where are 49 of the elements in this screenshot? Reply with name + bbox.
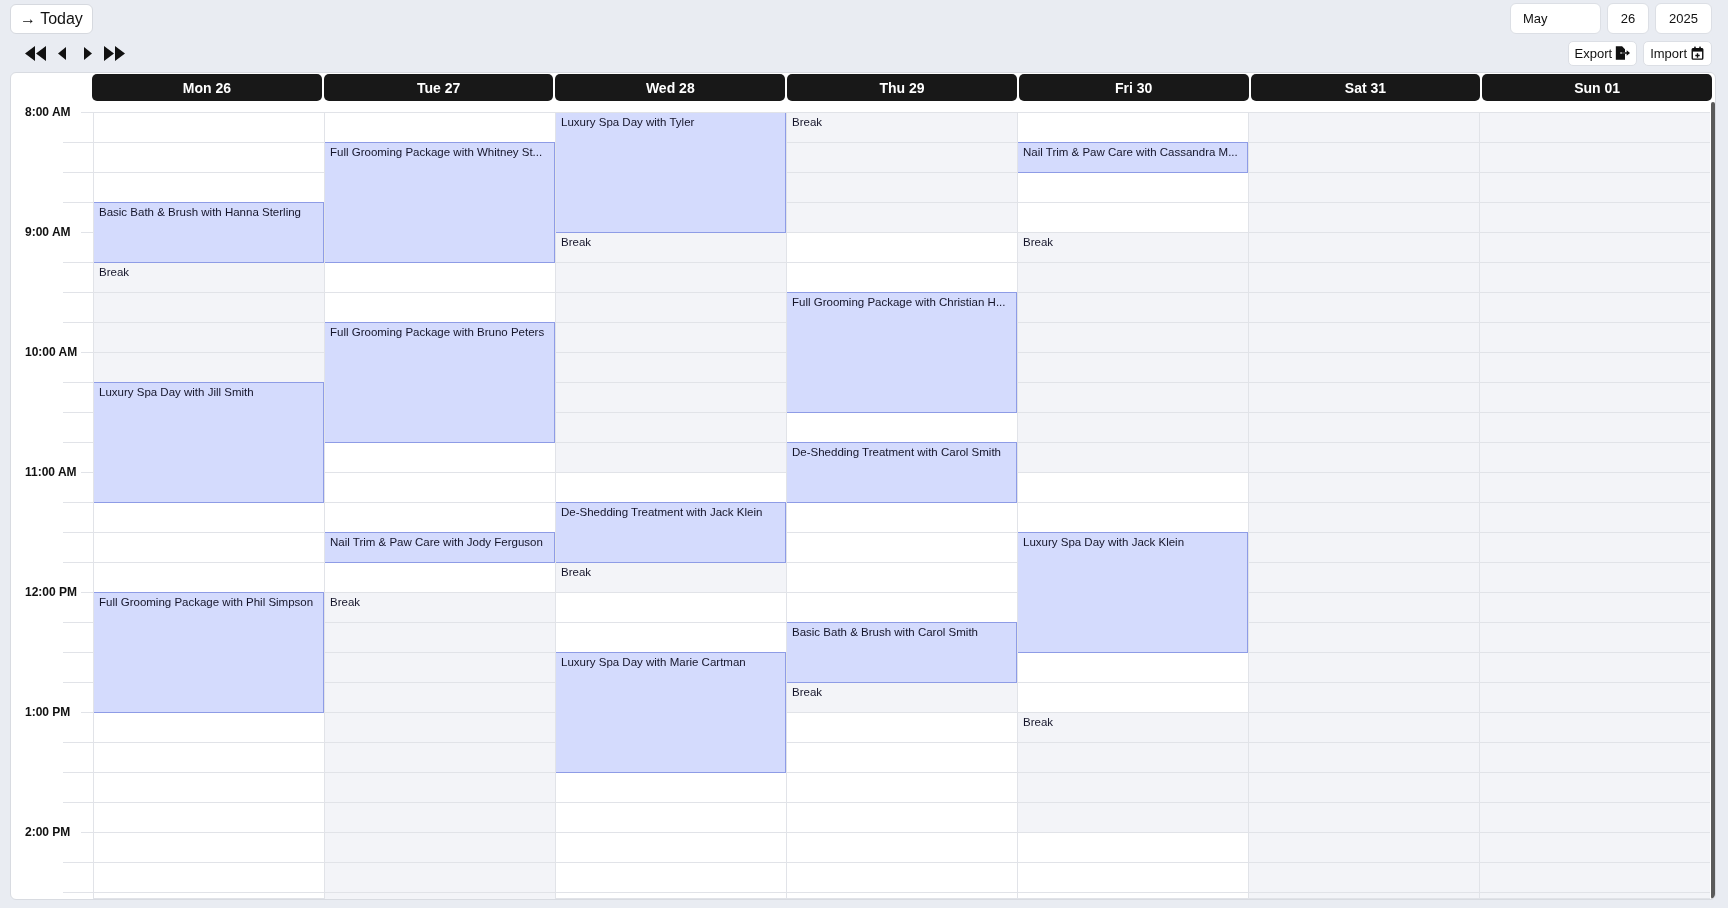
day-header: Tue 27 — [323, 74, 554, 101]
right-triangle-icon[interactable] — [84, 45, 92, 61]
appointment-block[interactable]: Full Grooming Package with Phil Simpson — [94, 592, 324, 713]
time-label: 10:00 AM — [25, 345, 78, 359]
scrollbar-thumb[interactable] — [1711, 102, 1715, 899]
appointment-block[interactable]: Luxury Spa Day with Jack Klein — [1018, 532, 1248, 653]
calendar-plus-icon — [1690, 46, 1705, 60]
day-header: Thu 29 — [787, 74, 1017, 101]
left-triangle-icon[interactable] — [58, 45, 66, 61]
file-arrow-icon — [1615, 46, 1631, 60]
time-label: 12:00 PM — [25, 585, 78, 599]
time-label: 8:00 AM — [25, 105, 71, 119]
day-header: Sat 31 — [1250, 74, 1481, 101]
break-block: Break — [1018, 233, 1248, 473]
break-block: Break — [787, 113, 1017, 233]
break-block: Break — [556, 563, 786, 593]
break-block: Break — [1018, 713, 1248, 833]
appointment-block[interactable]: Luxury Spa Day with Jill Smith — [94, 382, 324, 503]
month-field[interactable]: May — [1510, 3, 1601, 34]
appointment-block[interactable]: De-Shedding Treatment with Jack Klein — [556, 502, 786, 563]
break-block: Break — [325, 593, 555, 899]
break-block: Break — [556, 233, 786, 473]
import-button[interactable]: Import — [1643, 40, 1712, 66]
appointment-block[interactable]: Nail Trim & Paw Care with Jody Ferguson — [325, 532, 555, 563]
appointment-block[interactable]: Full Grooming Package with Christian H... — [787, 292, 1017, 413]
appointment-block[interactable]: Full Grooming Package with Bruno Peters — [325, 322, 555, 443]
day-header: Mon 26 — [92, 74, 322, 101]
appointment-block[interactable]: Luxury Spa Day with Tyler — [556, 113, 786, 233]
break-block: Break — [787, 683, 1017, 713]
break-block: Break — [94, 263, 324, 383]
day-header: Fri 30 — [1018, 74, 1249, 101]
appointment-block[interactable]: De-Shedding Treatment with Carol Smith — [787, 442, 1017, 503]
appointment-block[interactable]: Luxury Spa Day with Marie Cartman — [556, 652, 786, 773]
day-field[interactable]: 26 — [1607, 3, 1649, 34]
time-label: 1:00 PM — [25, 705, 71, 719]
day-header: Sun 01 — [1482, 74, 1713, 101]
appointment-block[interactable]: Nail Trim & Paw Care with Cassandra M... — [1018, 142, 1248, 173]
today-button[interactable]: → Today — [10, 4, 93, 34]
double-right-triangle-icon[interactable] — [104, 45, 125, 61]
appointment-block[interactable]: Basic Bath & Brush with Hanna Sterling — [94, 202, 324, 263]
year-field[interactable]: 2025 — [1655, 3, 1712, 34]
appointment-block[interactable]: Full Grooming Package with Whitney St... — [325, 142, 555, 263]
day-header: Wed 28 — [555, 74, 786, 101]
export-button[interactable]: Export — [1567, 40, 1638, 66]
time-label: 9:00 AM — [25, 225, 71, 239]
time-label: 11:00 AM — [25, 465, 77, 479]
appointment-block[interactable]: Basic Bath & Brush with Carol Smith — [787, 622, 1017, 683]
time-label: 2:00 PM — [25, 825, 71, 839]
double-left-triangle-icon[interactable] — [25, 45, 46, 61]
